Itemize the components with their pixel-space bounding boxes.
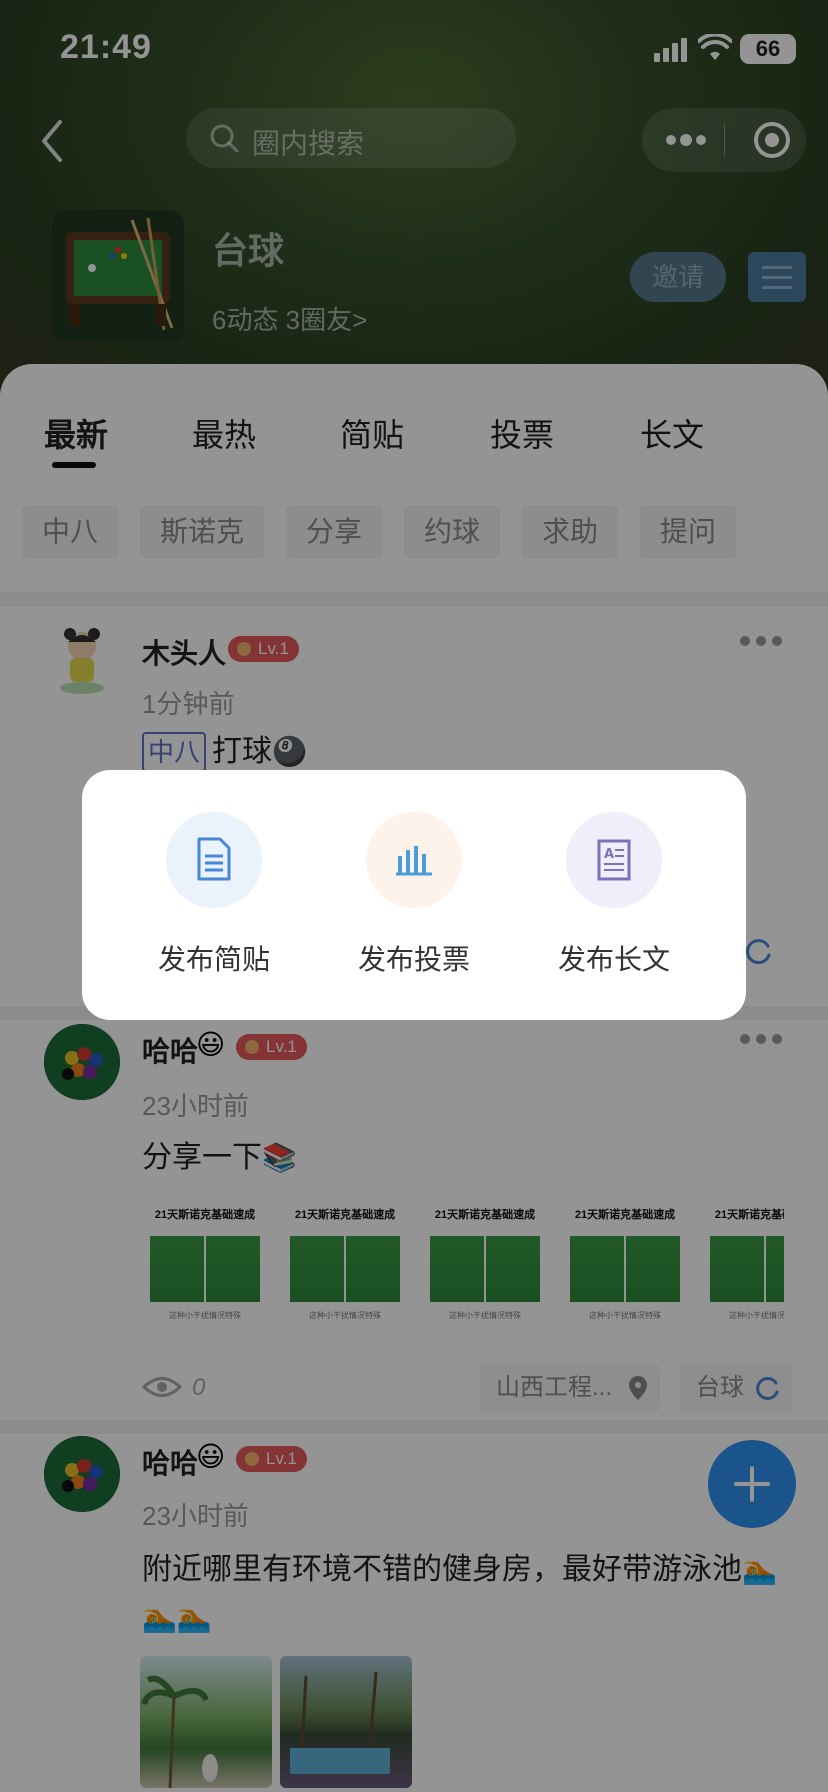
- popup-icon-bg: [166, 812, 262, 908]
- publish-long-article-button[interactable]: A 发布长文: [534, 812, 694, 982]
- publish-short-post-button[interactable]: 发布简贴: [134, 812, 294, 982]
- popup-icon-bg: [366, 812, 462, 908]
- svg-text:A: A: [604, 847, 614, 862]
- publish-popup: 发布简贴 发布投票 A 发布长文: [82, 770, 746, 1020]
- popup-label: 发布简贴: [157, 944, 270, 975]
- document-icon: [197, 837, 231, 881]
- article-icon: A: [597, 839, 631, 881]
- popup-label: 发布投票: [357, 944, 470, 975]
- popup-label: 发布长文: [557, 944, 670, 975]
- popup-icon-bg: A: [566, 812, 662, 908]
- publish-vote-button[interactable]: 发布投票: [334, 812, 494, 982]
- bar-chart-icon: [396, 846, 432, 876]
